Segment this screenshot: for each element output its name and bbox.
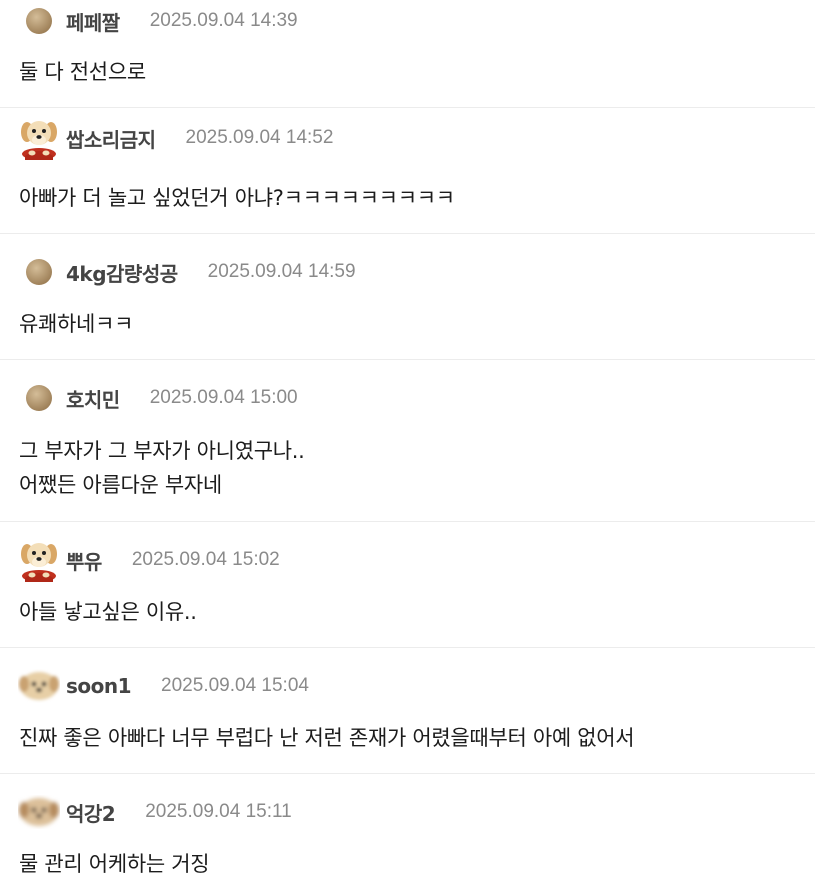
comment-line: 어쨌든 아름다운 부자네 — [19, 473, 222, 497]
comment-timestamp: 2025.09.04 15:04 — [161, 675, 309, 696]
comment-header: 뿌유 2025.09.04 15:02 — [18, 543, 280, 582]
comment-timestamp: 2025.09.04 14:39 — [149, 10, 298, 31]
comment-item: 억강2 2025.09.04 15:11 물 관리 어케하는 거징 — [0, 774, 815, 887]
comment-list: 페페짤 2025.09.04 14:39 둘 다 전선으로 쌉소리금지 2025… — [0, 0, 815, 887]
comment-line: 아빠가 더 놀고 싶었던거 아냐?ㅋㅋㅋㅋㅋㅋㅋㅋㅋ — [19, 186, 455, 210]
comment-author[interactable]: 억강2 — [66, 798, 116, 827]
brown-dot-icon[interactable] — [18, 6, 60, 36]
comment-author[interactable]: soon1 — [66, 674, 132, 698]
comment-timestamp: 2025.09.04 15:00 — [149, 387, 298, 408]
comment-author[interactable]: 뿌유 — [66, 546, 102, 575]
comment-line: 둘 다 전선으로 — [19, 60, 146, 84]
comment-text: 아빠가 더 놀고 싶었던거 아냐?ㅋㅋㅋㅋㅋㅋㅋㅋㅋ — [19, 181, 455, 215]
brown-dot-icon[interactable] — [18, 383, 60, 413]
comment-line: 그 부자가 그 부자가 아니였구나.. — [19, 439, 305, 463]
comment-line: 유쾌하네ㅋㅋ — [19, 312, 134, 336]
comment-item: 호치민 2025.09.04 15:00 그 부자가 그 부자가 아니였구나..… — [0, 360, 815, 522]
comment-author[interactable]: 쌉소리금지 — [66, 124, 156, 153]
brown-dot-icon[interactable] — [18, 257, 60, 287]
blurry-dog-icon[interactable] — [18, 671, 60, 701]
comment-header: 4kg감량성공 2025.09.04 14:59 — [18, 257, 356, 287]
comment-header: 억강2 2025.09.04 15:11 — [18, 797, 292, 827]
comment-text: 그 부자가 그 부자가 아니였구나.. 어쨌든 아름다운 부자네 — [19, 434, 305, 502]
comment-header: 쌉소리금지 2025.09.04 14:52 — [18, 121, 334, 160]
comment-text: 물 관리 어케하는 거징 — [19, 847, 210, 881]
blurry-dog-icon[interactable] — [18, 797, 60, 827]
comment-line: 아들 낳고싶은 이유.. — [19, 600, 197, 624]
puppy-icon[interactable] — [18, 543, 60, 582]
comment-text: 진짜 좋은 아빠다 너무 부럽다 난 저런 존재가 어렸을때부터 아예 없어서 — [19, 721, 635, 755]
comment-header: 호치민 2025.09.04 15:00 — [18, 383, 298, 413]
comment-line: 물 관리 어케하는 거징 — [19, 852, 210, 876]
comment-header: 페페짤 2025.09.04 14:39 — [18, 6, 298, 36]
comment-text: 유쾌하네ㅋㅋ — [19, 307, 133, 341]
comment-item: 뿌유 2025.09.04 15:02 아들 낳고싶은 이유.. — [0, 522, 815, 648]
comment-item: 쌉소리금지 2025.09.04 14:52 아빠가 더 놀고 싶었던거 아냐?… — [0, 108, 815, 234]
comment-header: soon1 2025.09.04 15:04 — [18, 671, 309, 701]
comment-timestamp: 2025.09.04 15:02 — [131, 549, 280, 570]
comment-timestamp: 2025.09.04 14:52 — [185, 127, 334, 148]
comment-item: 페페짤 2025.09.04 14:39 둘 다 전선으로 — [0, 0, 815, 108]
comment-author[interactable]: 호치민 — [66, 384, 120, 413]
comment-timestamp: 2025.09.04 14:59 — [207, 261, 356, 282]
comment-line: 진짜 좋은 아빠다 너무 부럽다 난 저런 존재가 어렸을때부터 아예 없어서 — [19, 726, 635, 750]
comment-author[interactable]: 4kg감량성공 — [66, 258, 178, 287]
comment-text: 둘 다 전선으로 — [19, 55, 146, 89]
puppy-icon[interactable] — [18, 121, 60, 160]
comment-author[interactable]: 페페짤 — [66, 7, 120, 36]
comment-item: soon1 2025.09.04 15:04 진짜 좋은 아빠다 너무 부럽다 … — [0, 648, 815, 774]
comment-timestamp: 2025.09.04 15:11 — [145, 801, 292, 822]
comment-text: 아들 낳고싶은 이유.. — [19, 595, 197, 629]
comment-item: 4kg감량성공 2025.09.04 14:59 유쾌하네ㅋㅋ — [0, 234, 815, 360]
